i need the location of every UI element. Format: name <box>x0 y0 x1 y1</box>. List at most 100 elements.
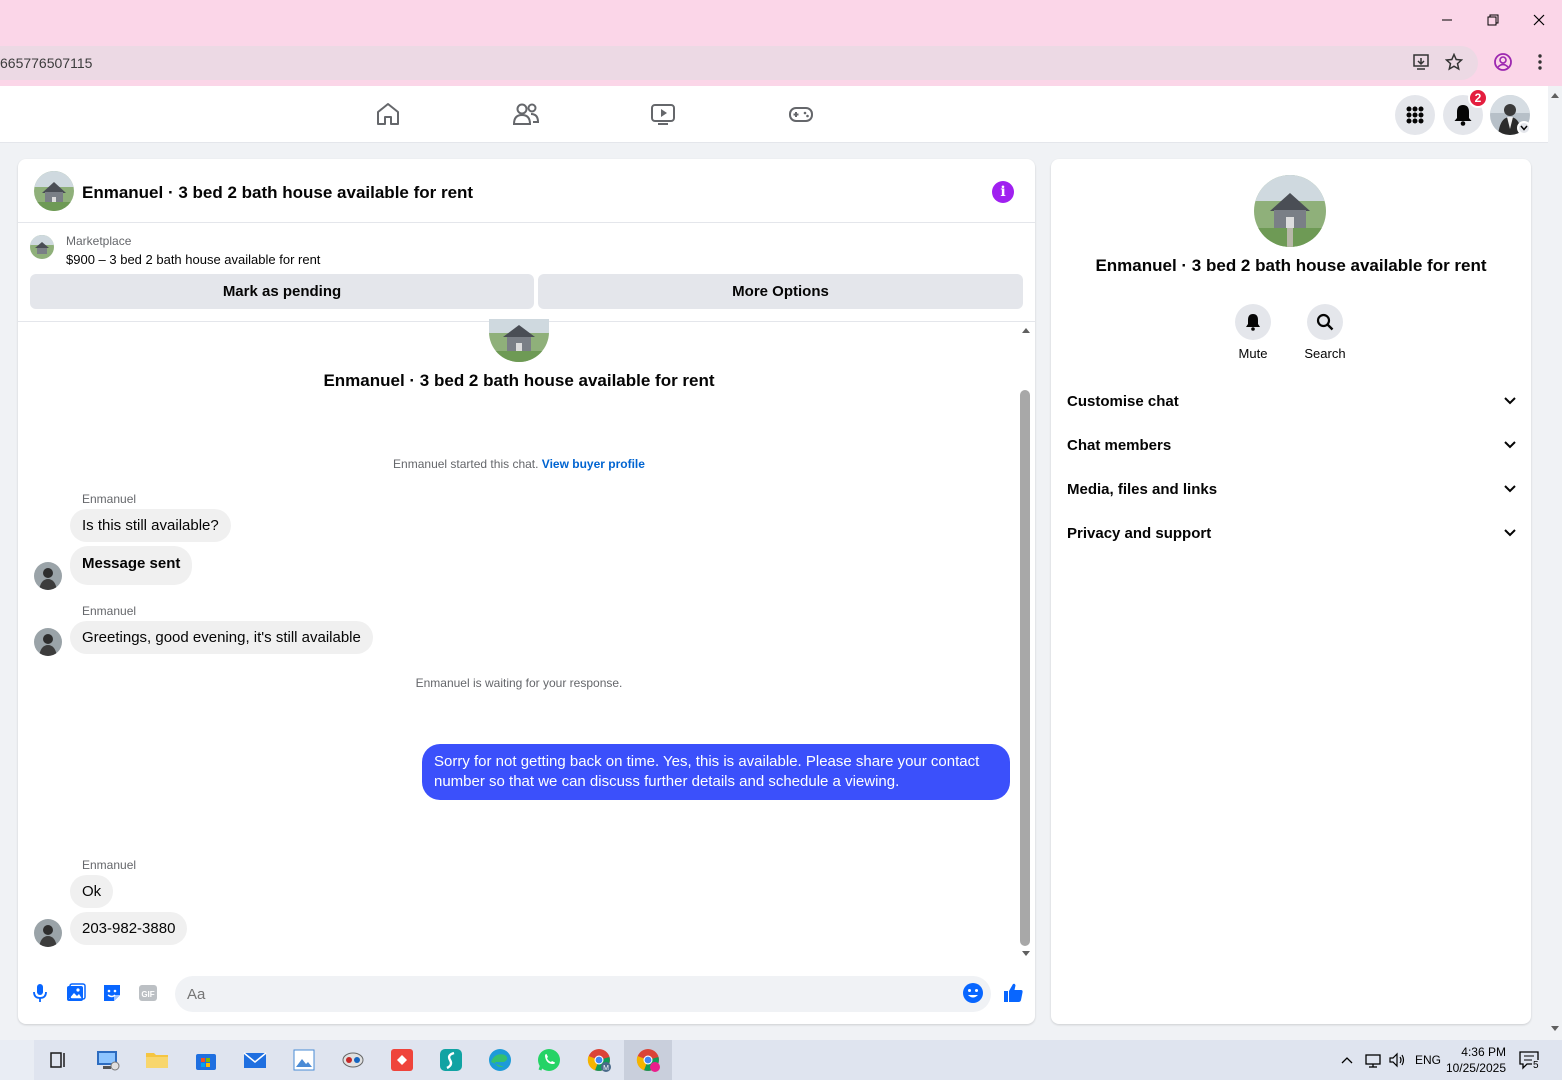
sender-name: Enmanuel <box>82 604 137 618</box>
language-indicator[interactable]: ENG <box>1415 1040 1441 1080</box>
remote-desktop-icon[interactable] <box>94 1046 122 1074</box>
marketplace-label: Marketplace <box>66 234 132 248</box>
chat-members-section[interactable]: Chat members <box>1067 425 1517 465</box>
section-label: Chat members <box>1067 436 1172 454</box>
chevron-down-icon <box>1504 441 1516 449</box>
sender-avatar[interactable] <box>34 628 62 656</box>
microphone-icon[interactable] <box>28 981 52 1005</box>
incoming-message[interactable]: Message sent <box>70 546 193 585</box>
omnibox[interactable]: 665776507115 <box>0 46 1478 80</box>
section-label: Privacy and support <box>1067 524 1212 542</box>
sender-name: Enmanuel <box>82 858 137 872</box>
store-icon[interactable] <box>192 1046 220 1074</box>
photos-app-icon[interactable] <box>290 1046 318 1074</box>
chat-started-text: Enmanuel started this chat. <box>393 457 542 471</box>
network-icon[interactable] <box>1364 1040 1382 1080</box>
notification-center-icon[interactable]: 5 <box>1518 1040 1542 1080</box>
chevron-down-icon <box>1504 397 1516 405</box>
whatsapp-icon[interactable] <box>535 1046 563 1074</box>
incoming-message[interactable]: Greetings, good evening, it's still avai… <box>70 621 373 654</box>
close-window-button[interactable] <box>1516 0 1562 40</box>
menu-grid-button[interactable] <box>1395 95 1435 135</box>
task-view-icon[interactable] <box>44 1046 72 1074</box>
chrome-icon[interactable]: M <box>585 1046 613 1074</box>
bookmark-star-icon[interactable] <box>1443 51 1465 73</box>
gaming-icon[interactable] <box>787 100 815 128</box>
mute-button[interactable]: Mute <box>1223 304 1283 361</box>
notification-center-count: 5 <box>1532 1060 1540 1071</box>
chat-info-panel: Enmanuel · 3 bed 2 bath house available … <box>1051 159 1531 1024</box>
message-scrollbar-thumb[interactable] <box>1020 390 1030 946</box>
incoming-message[interactable]: Ok <box>70 875 114 908</box>
composer: GIF <box>18 965 1035 1024</box>
section-label: Customise chat <box>1067 392 1179 410</box>
chat-info-name: Enmanuel · 3 bed 2 bath house available … <box>1095 256 1487 275</box>
windows-taskbar: M ENG 4:36 PM 10/25/2025 5 <box>0 1040 1562 1080</box>
sender-name: Enmanuel <box>82 492 137 506</box>
chat-panel: Enmanuel · 3 bed 2 bath house available … <box>18 159 1035 1024</box>
search-label: Search <box>1304 346 1346 361</box>
svg-text:M: M <box>603 1065 609 1072</box>
thumbs-up-icon[interactable] <box>1001 981 1025 1005</box>
search-icon <box>1307 304 1343 340</box>
taskbar-left-area[interactable] <box>0 1040 34 1080</box>
chat-info-avatar <box>1254 175 1326 247</box>
address-bar-row: 665776507115 <box>0 40 1562 86</box>
url-text: 665776507115 <box>0 55 93 71</box>
info-icon[interactable]: i <box>992 181 1014 203</box>
listing-thumbnail <box>30 235 54 259</box>
sender-avatar[interactable] <box>34 919 62 947</box>
search-in-chat-button[interactable]: Search <box>1295 304 1355 361</box>
view-buyer-profile-link[interactable]: View buyer profile <box>542 457 645 471</box>
privacy-support-section[interactable]: Privacy and support <box>1067 513 1517 553</box>
home-icon[interactable] <box>374 100 402 128</box>
edge-browser-icon[interactable] <box>486 1046 514 1074</box>
message-input[interactable] <box>175 976 991 1012</box>
volume-icon[interactable] <box>1388 1040 1406 1080</box>
section-label: Media, files and links <box>1067 480 1218 498</box>
outgoing-message[interactable]: Sorry for not getting back on time. Yes,… <box>422 744 1010 800</box>
browser-menu-icon[interactable] <box>1529 51 1551 73</box>
sender-avatar[interactable] <box>34 562 62 590</box>
show-hidden-icons-button[interactable] <box>1340 1040 1354 1080</box>
sticker-icon[interactable] <box>100 981 124 1005</box>
clock[interactable]: 4:36 PM 10/25/2025 <box>1445 1040 1506 1080</box>
chat-title[interactable]: Enmanuel · 3 bed 2 bath house available … <box>82 183 473 203</box>
customise-chat-section[interactable]: Customise chat <box>1067 381 1517 421</box>
svg-text:GIF: GIF <box>141 990 154 999</box>
incoming-message[interactable]: Is this still available? <box>70 509 231 542</box>
snipping-tool-icon[interactable] <box>339 1046 367 1074</box>
marketplace-listing-row[interactable]: Marketplace $900 – 3 bed 2 bath house av… <box>18 224 1035 272</box>
chevron-down-icon <box>1504 529 1516 537</box>
media-files-links-section[interactable]: Media, files and links <box>1067 469 1517 509</box>
waiting-notice: Enmanuel is waiting for your response. <box>415 676 623 690</box>
incoming-message[interactable]: 203-982-3880 <box>70 912 188 945</box>
mark-as-pending-button[interactable]: Mark as pending <box>30 274 534 309</box>
chevron-down-icon <box>1504 485 1516 493</box>
watch-video-icon[interactable] <box>649 100 677 128</box>
bell-icon <box>1454 105 1472 126</box>
more-options-button[interactable]: More Options <box>538 274 1023 309</box>
install-app-icon[interactable] <box>1410 51 1432 73</box>
chat-header: Enmanuel · 3 bed 2 bath house available … <box>18 159 1035 223</box>
anydesk-icon[interactable] <box>388 1046 416 1074</box>
restore-button[interactable] <box>1470 0 1516 40</box>
minimize-button[interactable] <box>1424 0 1470 40</box>
profile-icon[interactable] <box>1492 51 1514 73</box>
facebook-top-nav: 2 <box>0 86 1548 143</box>
chrome-profile-icon[interactable] <box>634 1046 662 1074</box>
sketch-app-icon[interactable] <box>437 1046 465 1074</box>
chat-avatar[interactable] <box>34 171 74 211</box>
account-menu-chevron-icon[interactable] <box>1517 121 1531 135</box>
mail-icon[interactable] <box>241 1046 269 1074</box>
page-scrollbar[interactable] <box>1548 86 1562 1040</box>
grid-icon <box>1406 106 1424 124</box>
listing-description: $900 – 3 bed 2 bath house available for … <box>66 252 321 267</box>
clock-date: 10/25/2025 <box>1445 1061 1506 1075</box>
friends-icon[interactable] <box>512 100 540 128</box>
emoji-icon[interactable] <box>961 981 985 1005</box>
file-explorer-icon[interactable] <box>143 1046 171 1074</box>
intro-title: Enmanuel · 3 bed 2 bath house available … <box>323 371 715 390</box>
photo-icon[interactable] <box>64 981 88 1005</box>
gif-icon[interactable]: GIF <box>136 981 160 1005</box>
